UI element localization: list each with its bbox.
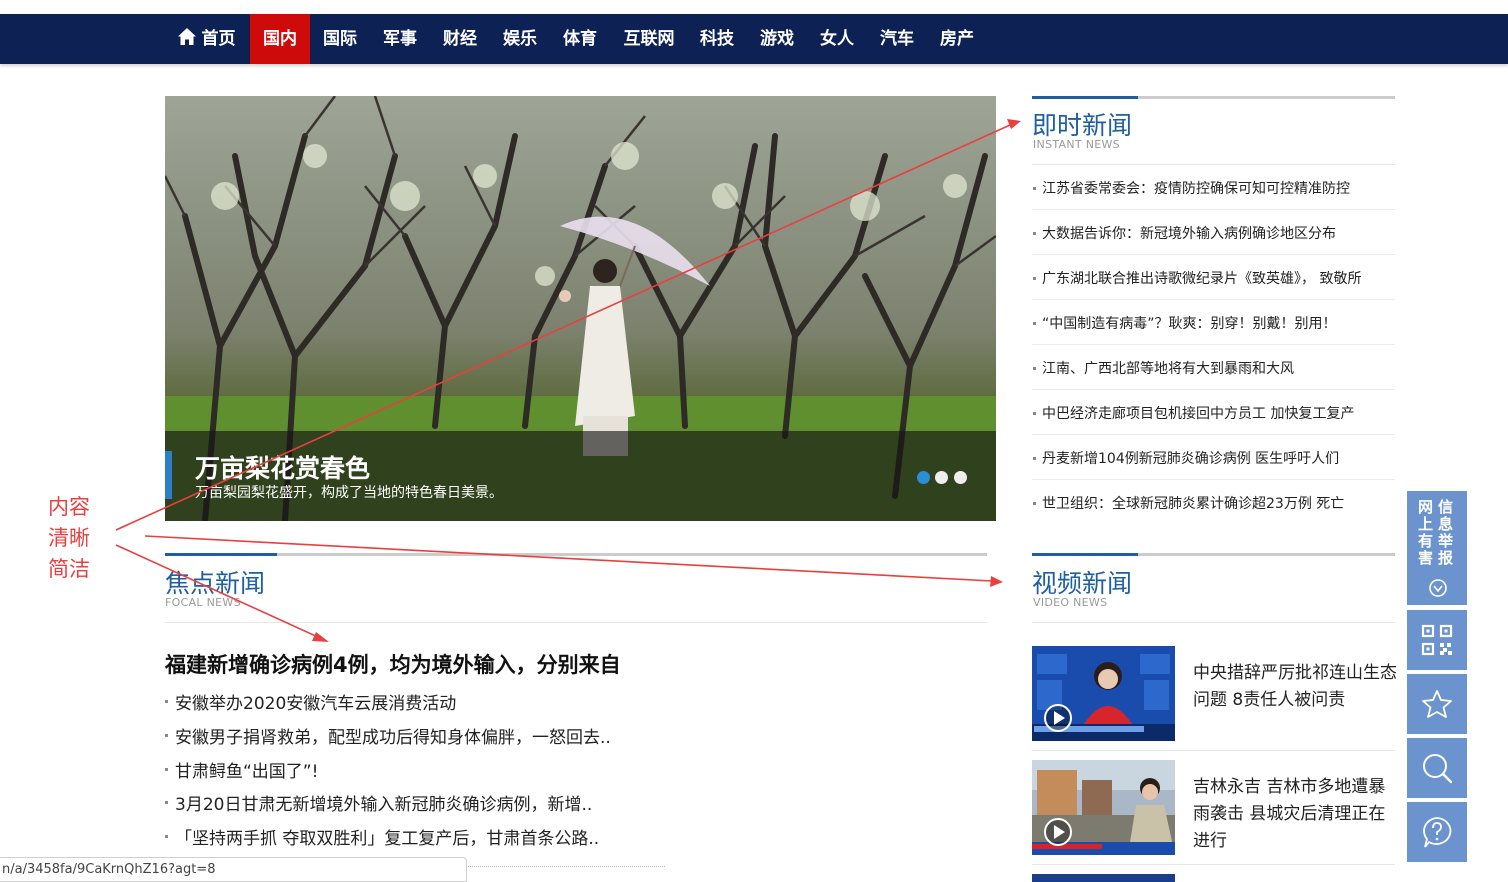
video-thumbnail[interactable] xyxy=(1032,646,1175,741)
video-thumbnail[interactable] xyxy=(1032,760,1175,855)
nav-label: 女人 xyxy=(820,29,854,49)
news-anchor-thumb xyxy=(1032,646,1175,741)
flood-report-thumb xyxy=(1032,760,1175,855)
divider xyxy=(1032,750,1395,751)
video-thumbnail[interactable] xyxy=(1032,874,1175,882)
bullet xyxy=(165,734,168,737)
nav-label: 军事 xyxy=(383,29,417,49)
nav-label: 科技 xyxy=(700,29,734,49)
nav-label: 体育 xyxy=(563,29,597,49)
help-button[interactable] xyxy=(1407,802,1467,862)
nav-item-sports[interactable]: 体育 xyxy=(553,14,607,64)
video-section-rule xyxy=(1032,553,1395,556)
nav-label: 财经 xyxy=(443,29,477,49)
search-icon xyxy=(1423,754,1453,784)
focal-news-item[interactable]: 3月20日甘肃无新增境外输入新冠肺炎确诊病例，新增.. xyxy=(175,790,592,815)
nav-label: 国内 xyxy=(263,29,297,49)
bullet xyxy=(165,835,168,838)
focal-news-item[interactable]: 「坚持两手抓 夺取双胜利」复工复产后，甘肃首条公路.. xyxy=(175,824,599,849)
instant-news-item[interactable]: 世卫组织：全球新冠肺炎累计确诊超23万例 死亡 xyxy=(1032,480,1395,525)
instant-news-title: 即时新闻 xyxy=(1032,111,1133,140)
star-icon xyxy=(1422,690,1452,718)
favorite-button[interactable] xyxy=(1407,674,1467,734)
carousel-dot-2[interactable] xyxy=(935,471,948,484)
report-harmful-info-button[interactable]: 网上有害 信息举报 xyxy=(1407,491,1467,605)
news-link[interactable]: 中巴经济走廊项目包机接回中方员工 加快复工复产 xyxy=(1042,403,1354,423)
instant-news-item[interactable]: 丹麦新增104例新冠肺炎确诊病例 医生呼吁人们 xyxy=(1032,435,1395,480)
news-link[interactable]: 丹麦新增104例新冠肺炎确诊病例 医生呼吁人们 xyxy=(1042,448,1339,468)
instant-news-subtitle: INSTANT NEWS xyxy=(1033,138,1120,151)
hero-subtitle: 万亩梨园梨花盛开，构成了当地的特色春日美景。 xyxy=(195,485,503,501)
nav-item-entertainment[interactable]: 娱乐 xyxy=(493,14,547,64)
nav-item-internet[interactable]: 互联网 xyxy=(615,14,683,64)
carousel-dot-3[interactable] xyxy=(954,471,967,484)
nav-item-home[interactable]: 首页 xyxy=(170,14,242,64)
nav-item-games[interactable]: 游戏 xyxy=(750,14,804,64)
nav-item-tech[interactable]: 科技 xyxy=(690,14,744,64)
news-link[interactable]: 江南、广西北部等地将有大到暴雨和大风 xyxy=(1042,358,1294,378)
focal-headline[interactable]: 福建新增确诊病例4例，均为境外输入，分别来自 xyxy=(165,649,621,679)
status-bar-url: n/a/3458fa/9CaKrnQhZ16?agt=8 xyxy=(0,857,467,882)
news-link[interactable]: 江苏省委常委会：疫情防控确保可知可控精准防控 xyxy=(1042,178,1350,198)
page: 首页 国内 国际 军事 财经 娱乐 体育 互联网 科技 游戏 女人 汽车 房产 xyxy=(0,0,1508,882)
divider xyxy=(1032,864,1395,865)
qr-code-button[interactable] xyxy=(1407,610,1467,670)
instant-news-item[interactable]: “中国制造有病毒”？耿爽：别穿！别戴！别用！ xyxy=(1032,300,1395,345)
nav-label: 汽车 xyxy=(880,29,914,49)
top-gap xyxy=(0,0,1508,14)
instant-news-item[interactable]: 江南、广西北部等地将有大到暴雨和大风 xyxy=(1032,345,1395,390)
bullet xyxy=(165,801,168,804)
hero-title[interactable]: 万亩梨花赏春色 xyxy=(195,449,370,485)
focal-news-item[interactable]: 安徽男子捐肾救弟，配型成功后得知身体偏胖，一怒回去.. xyxy=(175,723,611,748)
focal-news-subtitle: FOCAL NEWS xyxy=(165,596,241,609)
instant-section-rule xyxy=(1032,96,1395,99)
bullet xyxy=(165,700,168,703)
nav-item-auto[interactable]: 汽车 xyxy=(870,14,924,64)
home-icon xyxy=(177,28,196,45)
focal-news-item[interactable]: 安徽举办2020安徽汽车云展消费活动 xyxy=(175,689,456,714)
nav-label: 国际 xyxy=(323,29,357,49)
qr-code-icon xyxy=(1421,624,1453,656)
instant-news-item[interactable]: 中巴经济走廊项目包机接回中方员工 加快复工复产 xyxy=(1032,390,1395,435)
instant-news-item[interactable]: 大数据告诉你：新冠境外输入病例确诊地区分布 xyxy=(1032,210,1395,255)
focal-news-item[interactable]: 甘肃鲟鱼“出国了”! xyxy=(175,757,318,782)
nav-label: 首页 xyxy=(201,29,236,49)
nav-label: 互联网 xyxy=(623,29,675,49)
focal-section-rule xyxy=(165,553,987,556)
video-title[interactable]: 吉林永吉 吉林市多地遭暴雨袭击 县城灾后清理正在进行 xyxy=(1193,774,1398,855)
news-link[interactable]: 大数据告诉你：新冠境外输入病例确诊地区分布 xyxy=(1042,223,1336,243)
status-url-text: n/a/3458fa/9CaKrnQhZ16?agt=8 xyxy=(2,862,216,877)
divider xyxy=(165,622,987,623)
nav-label: 娱乐 xyxy=(503,29,537,49)
video-news-title: 视频新闻 xyxy=(1032,569,1133,598)
nav-item-international[interactable]: 国际 xyxy=(313,14,367,64)
nav-item-realestate[interactable]: 房产 xyxy=(930,14,984,64)
focal-news-title: 焦点新闻 xyxy=(165,569,266,598)
video-news-subtitle: VIDEO NEWS xyxy=(1033,596,1108,609)
video-title[interactable]: 中央措辞严厉批祁连山生态问题 8责任人被问责 xyxy=(1193,660,1398,714)
chevron-down-circle-icon xyxy=(1429,579,1447,597)
carousel-dot-1[interactable] xyxy=(917,471,930,484)
help-icon xyxy=(1423,817,1452,848)
nav-item-women[interactable]: 女人 xyxy=(810,14,864,64)
search-button[interactable] xyxy=(1407,738,1467,798)
instant-news-item[interactable]: 广东湖北联合推出诗歌微纪录片《致英雄》， 致敬所 xyxy=(1032,255,1395,300)
annotation-text: 内容 清晰 简洁 xyxy=(48,495,90,581)
caption-accent-bar xyxy=(165,451,172,499)
news-link[interactable]: 世卫组织：全球新冠肺炎累计确诊超23万例 死亡 xyxy=(1042,493,1344,513)
news-link[interactable]: “中国制造有病毒”？耿爽：别穿！别戴！别用！ xyxy=(1042,313,1337,333)
nav-label: 游戏 xyxy=(760,29,794,49)
nav-item-domestic[interactable]: 国内 xyxy=(250,14,310,64)
main-nav: 首页 国内 国际 军事 财经 娱乐 体育 互联网 科技 游戏 女人 汽车 房产 xyxy=(0,14,1508,64)
divider xyxy=(1032,622,1395,623)
instant-news-item[interactable]: 江苏省委常委会：疫情防控确保可知可控精准防控 xyxy=(1032,165,1395,210)
hero-caption: 万亩梨花赏春色 万亩梨园梨花盛开，构成了当地的特色春日美景。 xyxy=(165,431,996,521)
nav-item-military[interactable]: 军事 xyxy=(373,14,427,64)
hero-carousel[interactable]: 万亩梨花赏春色 万亩梨园梨花盛开，构成了当地的特色春日美景。 xyxy=(165,96,996,521)
bullet xyxy=(165,768,168,771)
news-link[interactable]: 广东湖北联合推出诗歌微纪录片《致英雄》， 致敬所 xyxy=(1042,268,1361,288)
nav-label: 房产 xyxy=(940,29,974,49)
nav-item-finance[interactable]: 财经 xyxy=(433,14,487,64)
